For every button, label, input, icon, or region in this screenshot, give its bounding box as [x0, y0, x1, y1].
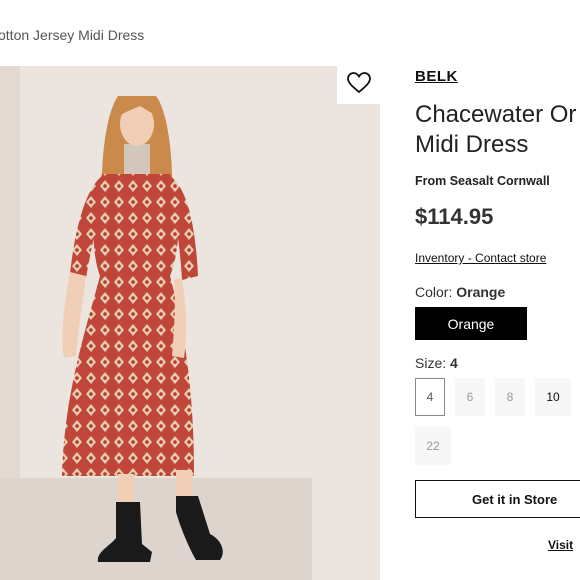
color-label-text: Color: [415, 284, 453, 300]
size-option-4[interactable]: 4 [415, 378, 445, 416]
wishlist-button[interactable] [337, 66, 380, 104]
color-label: Color: Orange [415, 284, 505, 300]
inventory-link[interactable]: Inventory - Contact store [415, 251, 546, 265]
size-label-text: Size: [415, 355, 447, 371]
product-title: Chacewater Or Midi Dress [415, 100, 580, 160]
color-option-orange[interactable]: Orange [415, 307, 527, 340]
product-title-line2: Midi Dress [415, 131, 529, 158]
size-option-6[interactable]: 6 [455, 378, 485, 416]
size-option-8[interactable]: 8 [495, 378, 525, 416]
product-image[interactable] [0, 66, 380, 580]
visit-link[interactable]: Visit [548, 538, 573, 552]
size-option-10[interactable]: 10 [535, 378, 571, 416]
breadcrumb[interactable]: otton Jersey Midi Dress [0, 27, 144, 43]
size-value: 4 [450, 355, 458, 371]
heart-icon [346, 71, 372, 100]
product-title-line1: Chacewater Or [415, 101, 577, 128]
get-in-store-button[interactable]: Get it in Store [415, 480, 580, 518]
brand-link[interactable]: BELK [415, 68, 458, 85]
size-label: Size: 4 [415, 355, 458, 371]
color-value: Orange [456, 284, 506, 300]
size-option-22[interactable]: 22 [415, 427, 451, 465]
product-price: $114.95 [415, 204, 494, 229]
seller-name: From Seasalt Cornwall [415, 174, 550, 188]
